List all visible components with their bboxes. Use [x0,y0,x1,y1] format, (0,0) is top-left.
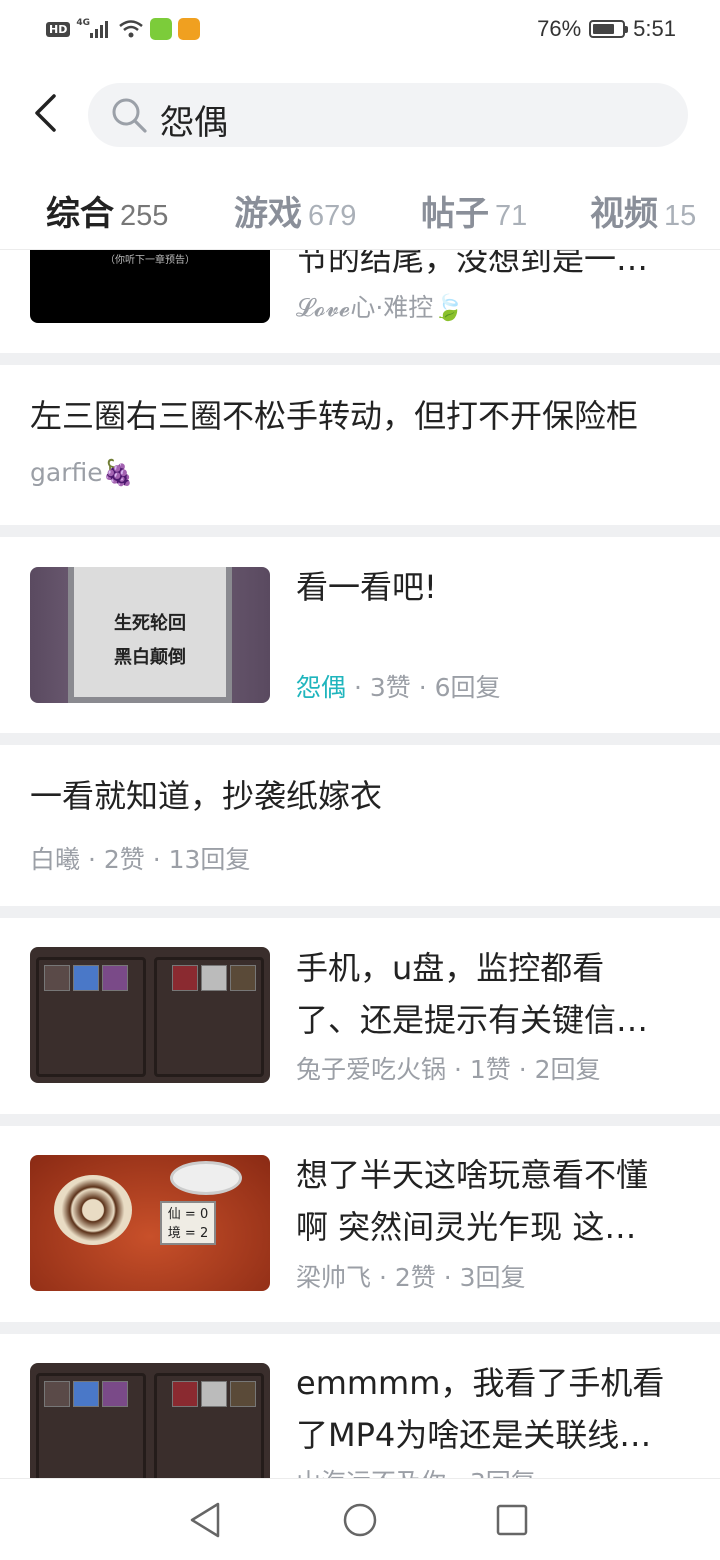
post-title-line2: 啊 突然间灵光乍现 这… [296,1208,637,1246]
post-meta: 梁帅飞 · 2赞 · 3回复 [296,1263,526,1292]
thumbnail-text-line1: 生死轮回 [114,613,186,634]
bow-icon [102,965,128,991]
post-meta: 兔子爱吃火锅 · 1赞 · 2回复 [296,1055,601,1084]
post-title-line2: 了、还是提示有关键信… [296,1001,649,1039]
tab-count: 71 [495,200,528,232]
tab-games[interactable]: 游戏 679 [234,186,356,235]
divider [0,525,720,537]
tab-label: 综合 [46,194,114,234]
weibo-icon [178,18,200,40]
post-thumbnail [30,947,270,1083]
square-recents-icon [496,1504,528,1536]
wifi-icon [119,20,143,38]
triangle-back-icon [190,1502,220,1538]
nav-home-button[interactable] [337,1497,383,1543]
garment-icon [201,965,227,991]
post-meta: 𝓛𝓸𝓿𝓮心·难控🍃 [296,293,465,322]
post-title: 一看就知道，抄袭纸嫁衣 [30,777,383,815]
post-thumbnail: 仙 = 0 境 = 2 [30,1155,270,1291]
teacup-shape [170,1161,242,1195]
back-button[interactable] [22,88,68,138]
search-results-feed[interactable]: （你听下一章预告） 节的结尾，没想到是一… 𝓛𝓸𝓿𝓮心·难控🍃 左三圈右三圈不松… [0,250,720,1478]
post-meta: 山海远不及你 · 3回复 [296,1463,536,1478]
post-title-line1: emmmm，我看了手机看 [296,1364,665,1402]
tab-label: 游戏 [234,194,302,234]
tab-label: 视频 [590,194,658,234]
status-icons-left: HD 4G [46,18,200,40]
search-icon [112,98,147,133]
post-title: 节的结尾，没想到是一… [296,250,649,278]
post-title-line1: 想了半天这啥玩意看不懂 [296,1156,649,1194]
slot-icon [44,965,70,991]
status-bar: HD 4G 76% 5:51 [0,0,720,62]
post-meta: 怨偶 · 3赞 · 6回复 [296,668,501,704]
slot-icon [44,1381,70,1407]
tab-videos[interactable]: 视频 15 [590,186,696,235]
divider [0,353,720,365]
post-meta: garfie🍇 [30,458,134,487]
post-meta: 白曦 · 2赞 · 13回复 [30,845,251,874]
battery-percent: 76% [537,16,582,41]
nav-back-button[interactable] [182,1497,228,1543]
divider [0,1322,720,1334]
nav-recents-button[interactable] [489,1497,535,1543]
clock: 5:51 [633,16,676,41]
lipstick-icon [172,965,198,991]
post-thumbnail: 生死轮回 黑白颠倒 [30,567,270,703]
tab-label: 帖子 [421,194,489,234]
post-title-line1: 手机，u盘，监控都看 [296,949,605,987]
app-notification-icon [150,18,172,40]
inventory-slots [172,1381,256,1407]
divider [0,733,720,745]
network-type: 4G [76,18,90,28]
post-thumbnail [30,1363,270,1478]
sign-line1: 仙 = 0 [167,1207,209,1222]
battery-fill [593,24,615,34]
tab-all[interactable]: 综合 255 [46,186,168,235]
post-thumbnail: （你听下一章预告） [30,250,270,323]
tab-count: 679 [308,200,357,232]
envelope-icon [73,965,99,991]
divider [0,906,720,918]
battery-icon [589,20,629,38]
envelope-icon [73,1381,99,1407]
ring-icon [230,1381,256,1407]
tab-posts[interactable]: 帖子 71 [421,186,527,235]
sign-line2: 境 = 2 [167,1226,209,1241]
hd-indicator: HD [46,21,71,37]
signal-icon [90,21,108,38]
inventory-slots [44,965,128,991]
system-navigation-bar [0,1478,720,1560]
garment-icon [201,1381,227,1407]
price-sign: 仙 = 0 境 = 2 [160,1201,216,1245]
circle-home-icon [343,1503,377,1537]
category-tabs: 综合 255 游戏 679 帖子 71 视频 15 [0,172,720,250]
post-stats: · 3赞 · 6回复 [346,673,501,702]
lipstick-icon [172,1381,198,1407]
ring-icon [230,965,256,991]
post-title: 看一看吧! [296,568,437,606]
tombstone-shape [68,567,232,703]
tab-count: 15 [664,200,697,232]
post-title-line2: 了MP4为啥还是关联线… [296,1416,652,1454]
back-arrow-icon [35,94,56,132]
inventory-slots [172,965,256,991]
status-icons-right: 76% 5:51 [537,16,676,42]
divider [0,1114,720,1126]
post-tag[interactable]: 怨偶 [296,673,346,702]
tab-count: 255 [120,200,169,232]
inventory-slots [44,1381,128,1407]
thumbnail-text-line2: 黑白颠倒 [114,647,186,668]
search-query: 怨偶 [160,103,228,143]
bow-icon [102,1381,128,1407]
search-header: 怨偶 [0,62,720,172]
search-input[interactable]: 怨偶 [88,83,688,147]
post-title: 左三圈右三圈不松手转动，但打不开保险柜 [30,397,639,435]
thumbnail-caption: （你听下一章预告） [105,255,195,266]
cake-shape [54,1175,132,1245]
